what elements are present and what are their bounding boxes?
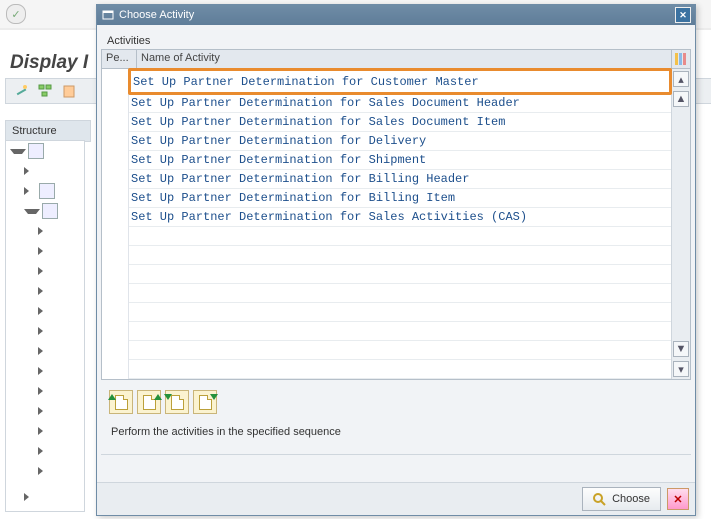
activity-row xyxy=(129,360,671,379)
choose-activity-dialog: Choose Activity ✕ Activities Pe... Name … xyxy=(96,4,696,516)
activity-row xyxy=(129,246,671,265)
cancel-button[interactable]: ✕ xyxy=(667,488,689,510)
choose-button[interactable]: Choose xyxy=(582,487,661,511)
move-to-bottom-button[interactable] xyxy=(193,390,217,414)
col-perform[interactable]: Pe... xyxy=(102,50,137,68)
activity-row[interactable]: Set Up Partner Determination for Deliver… xyxy=(129,132,671,151)
activity-row[interactable]: Set Up Partner Determination for Sales D… xyxy=(129,113,671,132)
move-to-top-button[interactable] xyxy=(137,390,161,414)
activity-row xyxy=(129,341,671,360)
expand-icon[interactable] xyxy=(24,493,37,501)
magnifier-icon xyxy=(593,493,606,506)
perform-column xyxy=(102,69,129,379)
expand-icon[interactable] xyxy=(24,209,40,214)
scroll-up-icon[interactable]: ▲ xyxy=(673,91,689,107)
scroll-top-icon[interactable]: ▴ xyxy=(673,71,689,87)
close-button[interactable]: ✕ xyxy=(675,7,691,23)
page-title: Display I xyxy=(10,52,88,74)
activity-row[interactable]: Set Up Partner Determination for Shipmen… xyxy=(129,151,671,170)
expand-icon[interactable] xyxy=(38,227,51,235)
activity-row xyxy=(129,227,671,246)
reorder-toolbar xyxy=(99,380,693,418)
activity-row[interactable]: Set Up Partner Determination for Billing… xyxy=(129,170,671,189)
group-label: Activities xyxy=(99,31,693,49)
instruction-text: Perform the activities in the specified … xyxy=(101,418,691,455)
table-header: Pe... Name of Activity xyxy=(101,49,691,69)
expand-icon[interactable] xyxy=(38,387,51,395)
clipboard-icon[interactable] xyxy=(62,84,76,98)
activity-list: Set Up Partner Determination for Custome… xyxy=(129,69,671,379)
structure-tree[interactable] xyxy=(5,140,85,512)
activity-row[interactable]: Set Up Partner Determination for Custome… xyxy=(128,68,672,95)
expand-icon[interactable] xyxy=(10,149,26,154)
activity-row xyxy=(129,265,671,284)
expand-icon[interactable] xyxy=(38,287,51,295)
ok-icon[interactable]: ✓ xyxy=(6,4,26,24)
activity-row xyxy=(129,303,671,322)
col-name[interactable]: Name of Activity xyxy=(137,50,672,68)
expand-icon[interactable] xyxy=(38,327,51,335)
dialog-title: Choose Activity xyxy=(119,9,194,21)
structure-header: Structure xyxy=(5,120,91,142)
expand-icon[interactable] xyxy=(24,187,37,195)
wand-icon[interactable] xyxy=(14,84,28,98)
expand-icon[interactable] xyxy=(38,407,51,415)
dialog-footer: Choose ✕ xyxy=(97,482,695,515)
activity-row[interactable]: Set Up Partner Determination for Sales A… xyxy=(129,208,671,227)
node-icon xyxy=(28,143,44,159)
expand-icon[interactable] xyxy=(38,267,51,275)
expand-icon[interactable] xyxy=(38,347,51,355)
activity-row xyxy=(129,284,671,303)
expand-icon[interactable] xyxy=(38,247,51,255)
move-up-button[interactable] xyxy=(109,390,133,414)
expand-icon[interactable] xyxy=(38,467,51,475)
scroll-down-icon[interactable]: ▼ xyxy=(673,341,689,357)
tree-icon[interactable] xyxy=(38,84,52,98)
expand-icon[interactable] xyxy=(38,427,51,435)
activity-row xyxy=(129,322,671,341)
vertical-scrollbar[interactable]: ▴ ▲ ▼ ▾ xyxy=(671,69,690,379)
activity-row[interactable]: Set Up Partner Determination for Billing… xyxy=(129,189,671,208)
expand-icon[interactable] xyxy=(38,367,51,375)
node-icon xyxy=(39,183,55,199)
dialog-titlebar: Choose Activity ✕ xyxy=(97,5,695,25)
scroll-bottom-icon[interactable]: ▾ xyxy=(673,361,689,377)
activity-row[interactable]: Set Up Partner Determination for Sales D… xyxy=(129,94,671,113)
node-icon xyxy=(42,203,58,219)
choose-button-label: Choose xyxy=(612,493,650,505)
window-icon xyxy=(101,8,115,22)
expand-icon[interactable] xyxy=(38,307,51,315)
expand-icon[interactable] xyxy=(38,447,51,455)
move-down-button[interactable] xyxy=(165,390,189,414)
configure-columns-button[interactable] xyxy=(672,50,690,68)
expand-icon[interactable] xyxy=(24,167,37,175)
